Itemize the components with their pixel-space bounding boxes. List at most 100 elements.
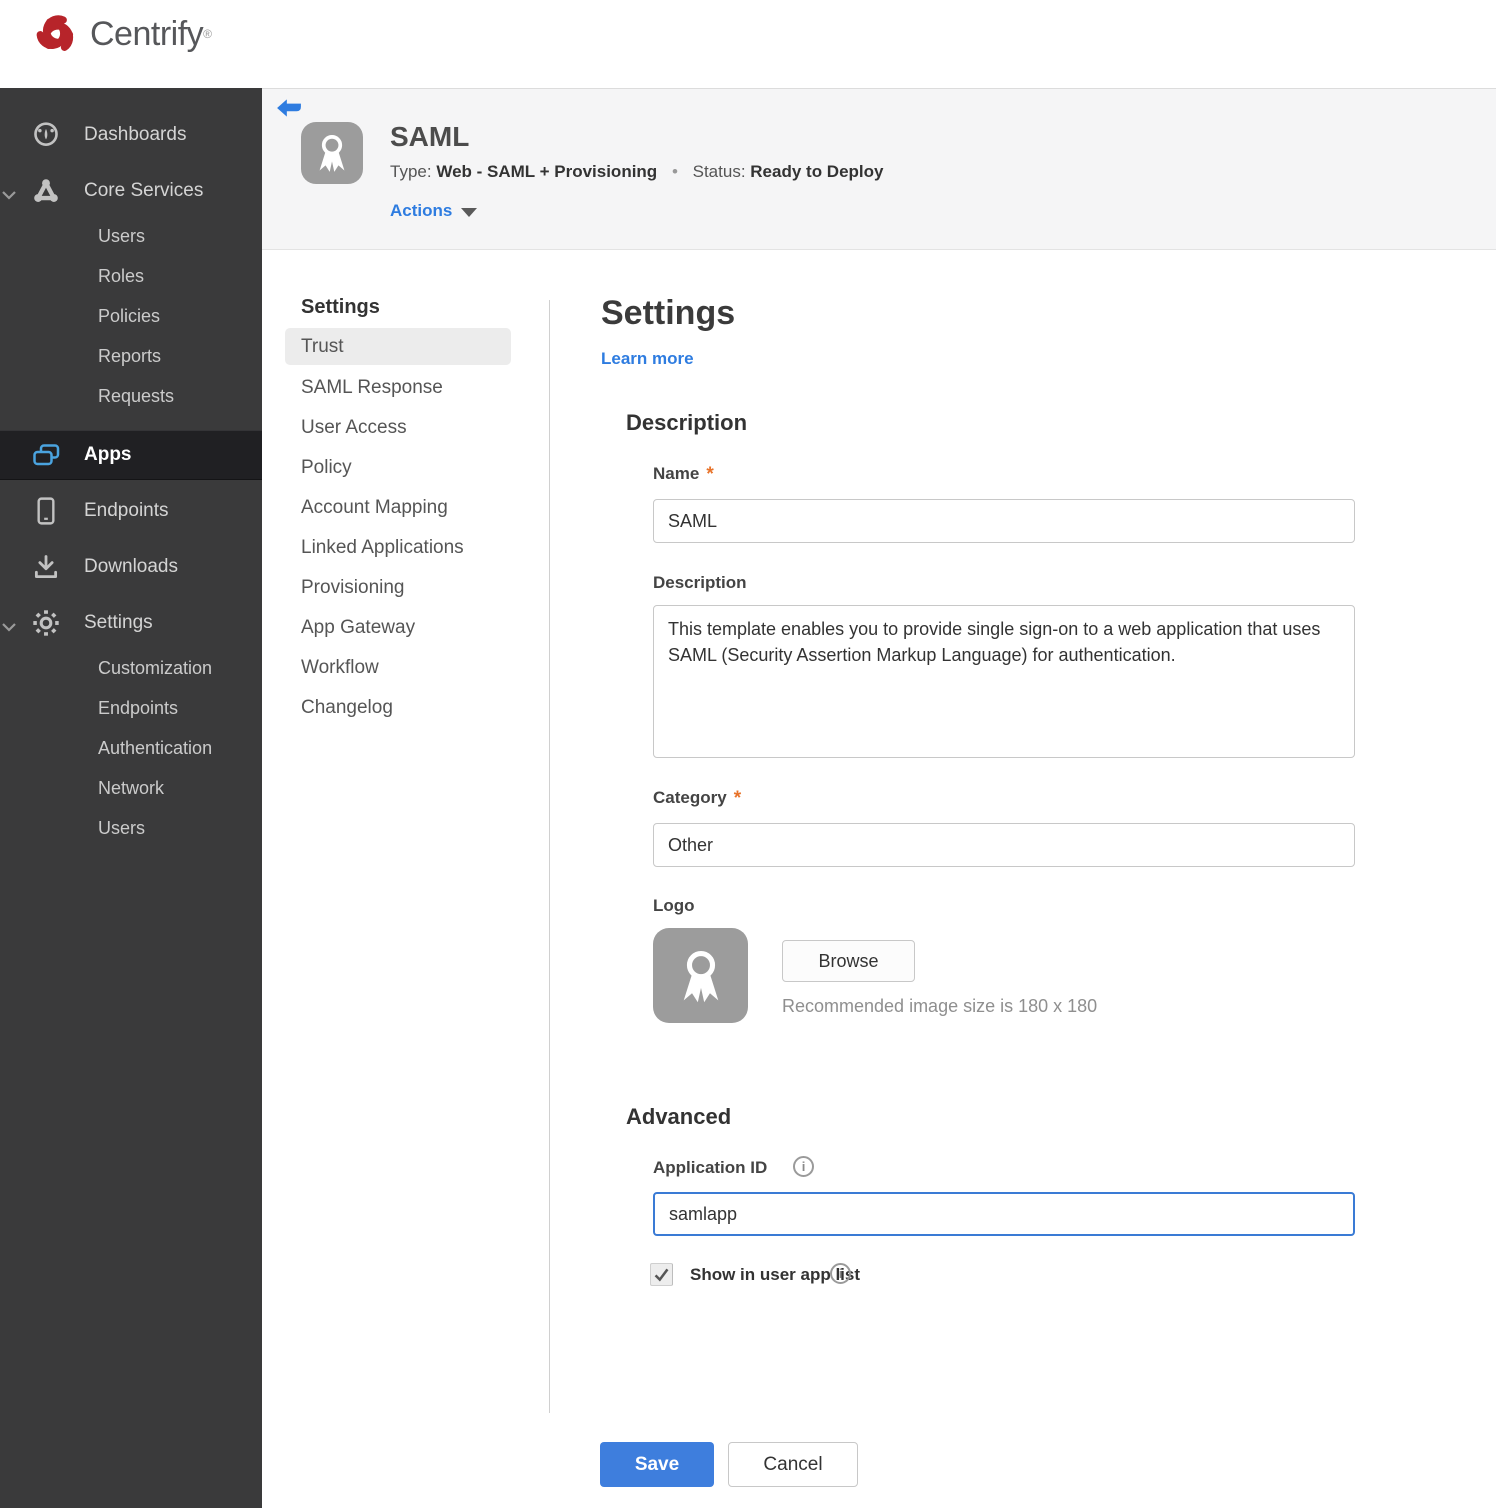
subnav-item-label: Workflow <box>301 656 379 678</box>
sidebar-item-dashboards[interactable]: Dashboards <box>0 110 262 160</box>
subnav-item-saml-response[interactable]: SAML Response <box>285 369 511 406</box>
application-id-label: Application ID <box>653 1158 768 1177</box>
actions-dropdown[interactable]: Actions <box>390 201 478 221</box>
subnav-item-trust[interactable]: Trust <box>285 328 511 365</box>
subnav-item-app-gateway[interactable]: App Gateway <box>285 609 511 646</box>
subnav-item-label: Trust <box>301 335 344 357</box>
gauge-icon <box>30 119 62 151</box>
show-in-user-app-list-checkbox[interactable] <box>650 1263 673 1286</box>
subnav-item-policy[interactable]: Policy <box>285 449 511 486</box>
sidebar-item-authentication[interactable]: Authentication <box>0 731 262 765</box>
required-asterisk: * <box>733 788 742 809</box>
subnav-item-label: Provisioning <box>301 576 405 598</box>
subnav-item-linked-applications[interactable]: Linked Applications <box>285 529 511 566</box>
name-label-text: Name <box>653 464 700 483</box>
subnav-item-workflow[interactable]: Workflow <box>285 649 511 686</box>
sidebar-item-label: Downloads <box>84 556 178 577</box>
subnav-item-user-access[interactable]: User Access <box>285 409 511 446</box>
subnav-item-account-mapping[interactable]: Account Mapping <box>285 489 511 526</box>
chevron-down-icon <box>2 187 16 205</box>
app-title: SAML <box>390 121 470 152</box>
logo-preview-tile <box>653 928 748 1023</box>
category-label-text: Category <box>653 788 727 807</box>
subnav-item-label: App Gateway <box>301 616 416 638</box>
cancel-button[interactable]: Cancel <box>728 1442 858 1487</box>
sidebar-item-label: Apps <box>84 444 132 465</box>
sidebar-item-label: Endpoints <box>98 697 179 718</box>
sidebar-item-label: Network <box>98 777 165 798</box>
sidebar-item-downloads[interactable]: Downloads <box>0 542 262 592</box>
type-value: Web - SAML + Provisioning <box>436 162 658 181</box>
save-button[interactable]: Save <box>600 1442 714 1487</box>
name-input[interactable] <box>653 499 1355 543</box>
sidebar-item-policies[interactable]: Policies <box>0 299 262 333</box>
core-services-icon <box>30 175 62 207</box>
ribbon-award-icon <box>319 135 345 172</box>
app-meta-line: Type: Web - SAML + Provisioning • Status… <box>390 162 883 182</box>
sidebar-item-core-services[interactable]: Core Services <box>0 166 262 216</box>
page: Centrify ® Dashboards Core Services User… <box>0 0 1496 1508</box>
subnav-item-label: Linked Applications <box>301 536 464 558</box>
page-title: Settings <box>601 294 736 332</box>
category-input[interactable] <box>653 823 1355 867</box>
sidebar-item-label: Settings <box>84 612 153 633</box>
type-label: Type: <box>390 162 432 181</box>
status-label: Status: <box>692 162 746 181</box>
sidebar-item-label: Users <box>98 225 146 246</box>
subnav-item-provisioning[interactable]: Provisioning <box>285 569 511 606</box>
brand: Centrify ® <box>28 6 212 62</box>
gear-icon <box>30 607 62 639</box>
brand-name: Centrify <box>90 14 204 53</box>
sidebar-item-label: Requests <box>98 385 175 406</box>
info-icon[interactable]: i <box>830 1263 851 1284</box>
phone-icon <box>30 495 62 527</box>
application-id-input[interactable] <box>653 1192 1355 1236</box>
sidebar-item-label: Dashboards <box>84 124 187 145</box>
sidebar-item-label: Core Services <box>84 180 204 201</box>
sidebar: Dashboards Core Services Users Roles Pol… <box>0 88 262 1508</box>
status-value: Ready to Deploy <box>750 162 884 181</box>
sidebar-item-users[interactable]: Users <box>0 219 262 253</box>
sidebar-item-endpoints-settings[interactable]: Endpoints <box>0 691 262 725</box>
browse-button[interactable]: Browse <box>782 940 915 982</box>
info-icon[interactable]: i <box>793 1156 814 1177</box>
sidebar-item-endpoints[interactable]: Endpoints <box>0 486 262 536</box>
advanced-section-heading: Advanced <box>626 1104 732 1129</box>
sidebar-item-customization[interactable]: Customization <box>0 651 262 685</box>
back-arrow-icon[interactable] <box>276 98 302 118</box>
subnav-header: Settings <box>301 296 380 318</box>
sidebar-item-apps[interactable]: Apps <box>0 430 262 480</box>
sidebar-item-requests[interactable]: Requests <box>0 379 262 413</box>
sidebar-item-network[interactable]: Network <box>0 771 262 805</box>
ribbon-award-icon <box>683 950 718 1002</box>
top-bar: Centrify ® <box>0 0 1496 88</box>
sidebar-item-roles[interactable]: Roles <box>0 259 262 293</box>
subnav-item-label: Account Mapping <box>301 496 448 518</box>
name-label: Name * <box>653 464 714 486</box>
apps-icon <box>30 439 62 471</box>
app-logo-tile <box>301 122 363 184</box>
chevron-down-icon <box>2 619 16 637</box>
actions-label: Actions <box>390 201 453 220</box>
learn-more-link[interactable]: Learn more <box>601 349 694 369</box>
brand-trademark: ® <box>203 27 212 41</box>
required-asterisk: * <box>706 464 714 485</box>
caret-down-icon <box>461 208 478 217</box>
description-textarea[interactable]: This template enables you to provide sin… <box>653 605 1355 758</box>
sidebar-item-users-settings[interactable]: Users <box>0 811 262 845</box>
subnav-item-changelog[interactable]: Changelog <box>285 689 511 726</box>
sidebar-item-reports[interactable]: Reports <box>0 339 262 373</box>
category-label: Category * <box>653 788 741 810</box>
description-label: Description <box>653 573 747 592</box>
centrify-logo-icon <box>36 15 74 51</box>
checkmark-icon <box>654 1268 669 1282</box>
sidebar-item-settings[interactable]: Settings <box>0 598 262 648</box>
logo-label: Logo <box>653 896 695 915</box>
subnav-item-label: User Access <box>301 416 407 438</box>
subnav-item-label: Changelog <box>301 696 393 718</box>
sidebar-item-label: Reports <box>98 345 162 366</box>
description-section-heading: Description <box>626 410 748 435</box>
logo-size-hint: Recommended image size is 180 x 180 <box>782 996 1098 1016</box>
sidebar-item-label: Users <box>98 817 146 838</box>
sidebar-item-label: Customization <box>98 657 213 678</box>
